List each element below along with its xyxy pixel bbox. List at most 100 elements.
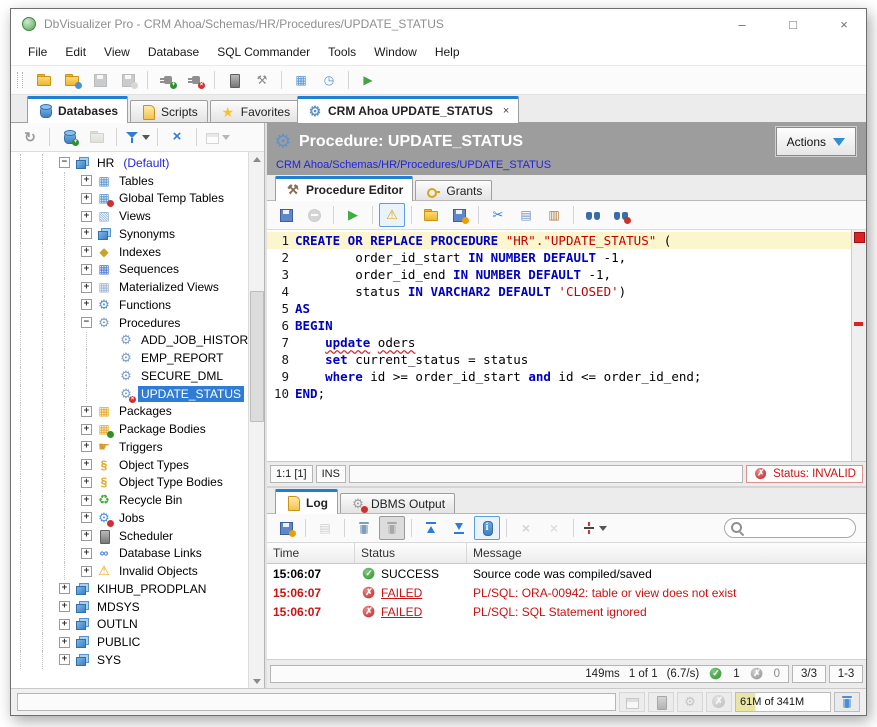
expand-handle[interactable]: + [81,566,92,577]
menu-item-database[interactable]: Database [139,45,208,59]
expand-handle[interactable]: + [81,264,92,275]
tree-item-emp-report[interactable]: ⚙EMP_REPORT [15,349,249,367]
tree-item-public[interactable]: +PUBLIC [15,633,249,651]
open-folder-button[interactable] [418,203,444,227]
server-button[interactable] [221,68,247,92]
menu-item-window[interactable]: Window [365,45,426,59]
scroll-down-arrow-icon[interactable] [249,674,264,688]
expand-handle[interactable]: + [81,299,92,310]
tab-favorites[interactable]: ★Favorites [210,100,300,122]
expand-handle[interactable]: − [81,317,92,328]
toolbar-drag-handle[interactable] [17,72,23,88]
filter-button[interactable] [123,125,151,149]
disconnect-button[interactable]: × [182,68,208,92]
find-button[interactable] [580,203,606,227]
log-row[interactable]: 15:06:07SUCCESSSource code was compiled/… [267,564,866,583]
log-search-box[interactable] [724,518,856,538]
tree-item-sys[interactable]: +SYS [15,651,249,669]
tree-item-database-links[interactable]: +∞Database Links [15,545,249,563]
menu-item-tools[interactable]: Tools [319,45,365,59]
tree-item-object-type-bodies[interactable]: +§Object Type Bodies [15,474,249,492]
error-marker[interactable] [854,322,863,326]
menu-item-file[interactable]: File [19,45,56,59]
clear-on-execute-button[interactable] [379,516,405,540]
copy-button[interactable]: ▤ [513,203,539,227]
tree-item-add-job-history[interactable]: ⚙ADD_JOB_HISTORY [15,332,249,350]
tree-item-views[interactable]: +▧Views [15,207,249,225]
find-replace-button[interactable] [608,203,634,227]
clear-button[interactable] [351,516,377,540]
info-button[interactable] [474,516,500,540]
column-header-message[interactable]: Message [467,543,866,563]
expand-handle[interactable]: + [81,282,92,293]
expand-handle[interactable]: + [81,548,92,559]
log-search-input[interactable] [745,521,851,535]
menu-item-view[interactable]: View [95,45,139,59]
menu-item-help[interactable]: Help [426,45,469,59]
expand-handle[interactable]: + [81,424,92,435]
expand-handle[interactable]: + [59,637,70,648]
tab-scripts[interactable]: Scripts [130,100,208,122]
expand-handle[interactable]: + [81,495,92,506]
paste-button[interactable]: ▥ [541,203,567,227]
tree-item-tables[interactable]: +▦Tables [15,172,249,190]
tree-item-jobs[interactable]: +⚙Jobs [15,509,249,527]
tree-item-global-temp-tables[interactable]: +▦Global Temp Tables [15,190,249,208]
task-monitor-button[interactable]: ◷ [316,68,342,92]
log-row[interactable]: 15:06:07FAILEDPL/SQL: ORA-00942: table o… [267,583,866,602]
expand-handle[interactable]: + [81,193,92,204]
cut-button[interactable]: ✂ [485,203,511,227]
warning-button[interactable]: ⚠ [379,203,405,227]
tree-item-functions[interactable]: +⚙Functions [15,296,249,314]
sql-editor[interactable]: 1CREATE OR REPLACE PROCEDURE "HR"."UPDAT… [267,230,866,461]
expand-handle[interactable]: + [81,477,92,488]
tree-item-synonyms[interactable]: +Synonyms [15,225,249,243]
tree-item-indexes[interactable]: +◆Indexes [15,243,249,261]
scroll-top-button[interactable] [418,516,444,540]
tree-item-mdsys[interactable]: +MDSYS [15,598,249,616]
tree-item-invalid-objects[interactable]: +⚠Invalid Objects [15,562,249,580]
error-marker[interactable] [854,232,865,243]
column-header-status[interactable]: Status [355,543,467,563]
expand-handle[interactable]: + [81,512,92,523]
tree-item-scheduler[interactable]: +Scheduler [15,527,249,545]
tab-grants[interactable]: Grants [415,180,492,200]
minimize-button[interactable]: – [720,9,764,39]
tree-item-procedures[interactable]: −⚙Procedures [15,314,249,332]
save-as-button[interactable] [446,203,472,227]
expand-handle[interactable]: + [81,228,92,239]
tree-item-recycle-bin[interactable]: +♻Recycle Bin [15,491,249,509]
tab-close-button[interactable]: × [503,105,509,117]
tree-item-hr[interactable]: −HR(Default) [15,154,249,172]
expand-handle[interactable]: + [59,583,70,594]
tree-item-materialized-views[interactable]: +▦Materialized Views [15,278,249,296]
error-stripe[interactable] [851,230,866,461]
expand-handle[interactable]: + [59,654,70,665]
tree-item-sequences[interactable]: +▦Sequences [15,261,249,279]
expand-handle[interactable]: + [81,530,92,541]
actions-button[interactable]: Actions [776,127,856,156]
connect-button[interactable]: + [154,68,180,92]
expand-handle[interactable]: + [81,246,92,257]
folder-settings-button[interactable] [59,68,85,92]
sql-commander-button[interactable]: ▶ [355,68,381,92]
close-button[interactable]: × [822,9,866,39]
execute-button[interactable]: ▶ [340,203,366,227]
tools-button[interactable]: ⚒ [249,68,275,92]
expand-handle[interactable]: + [81,211,92,222]
tree-item-packages[interactable]: +▦Packages [15,403,249,421]
code-area[interactable]: 1CREATE OR REPLACE PROCEDURE "HR"."UPDAT… [267,230,851,461]
menu-item-edit[interactable]: Edit [56,45,95,59]
log-row[interactable]: 15:06:07FAILEDPL/SQL: SQL Statement igno… [267,602,866,621]
refresh-button[interactable]: ↻ [17,125,43,149]
expand-handle[interactable]: + [59,619,70,630]
tree-item-secure-dml[interactable]: ⚙SECURE_DML [15,367,249,385]
tree-item-package-bodies[interactable]: +▦Package Bodies [15,420,249,438]
scroll-bottom-button[interactable] [446,516,472,540]
gc-button[interactable] [834,692,860,712]
add-connection-button[interactable]: + [56,125,82,149]
tab-databases[interactable]: Databases [27,96,128,123]
tree-scrollbar[interactable] [248,152,264,688]
tab-dbms-output[interactable]: ⚙DBMS Output [340,493,455,513]
tree-item-outln[interactable]: +OUTLN [15,616,249,634]
